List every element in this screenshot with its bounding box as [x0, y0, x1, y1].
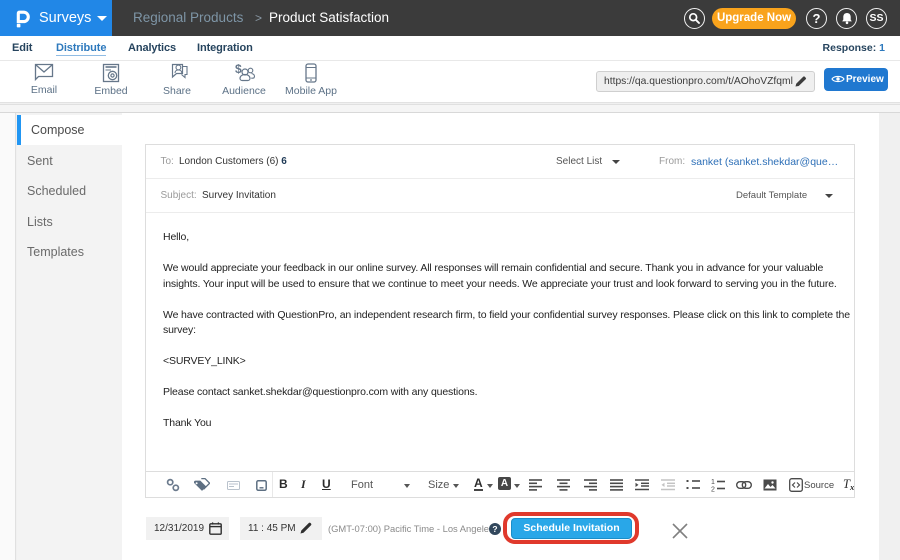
svg-text:2: 2 — [711, 487, 715, 493]
svg-text:$: $ — [235, 63, 242, 76]
svg-text:1: 1 — [711, 479, 715, 486]
